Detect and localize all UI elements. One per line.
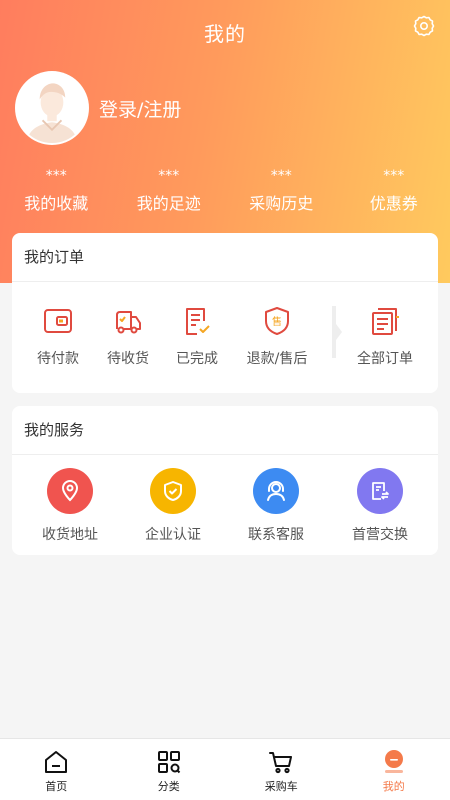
- tab-category[interactable]: 分类: [113, 739, 226, 800]
- service-label: 收货地址: [42, 527, 98, 543]
- cart-icon: [269, 752, 293, 774]
- service-enterprise-certification[interactable]: 企业认证: [128, 468, 218, 544]
- order-all[interactable]: 全部订单: [345, 304, 425, 368]
- tab-cart[interactable]: 采购车: [225, 739, 338, 800]
- order-completed[interactable]: 已完成: [157, 304, 237, 368]
- stat-label: 我的足迹: [136, 194, 201, 213]
- category-grid-icon: [157, 751, 180, 774]
- location-pin-icon: [61, 480, 79, 502]
- stat-label: 我的收藏: [24, 194, 89, 213]
- service-icon-circle: [357, 468, 403, 514]
- services-card: 我的服务 收货地址 企业认证 联系客服 首营交换: [12, 406, 438, 555]
- all-orders-icon: [372, 308, 399, 335]
- gear-icon[interactable]: [412, 14, 436, 38]
- stat-footprints[interactable]: *** 我的足迹: [113, 168, 226, 214]
- order-item-label: 已完成: [176, 351, 218, 367]
- service-contact-support[interactable]: 联系客服: [231, 468, 321, 544]
- orders-card: 我的订单 待付款 待收货 已完成 售 退款/售后 全部订单: [12, 233, 438, 393]
- exchange-doc-icon: [372, 482, 389, 500]
- service-label: 首营交换: [352, 527, 408, 543]
- completed-doc-icon: [186, 308, 210, 335]
- order-item-label: 退款/售后: [246, 351, 308, 367]
- avatar[interactable]: [15, 71, 89, 145]
- orders-row: 待付款 待收货 已完成 售 退款/售后 全部订单: [12, 282, 438, 392]
- order-item-label: 全部订单: [357, 351, 413, 367]
- tab-label: 我的: [382, 780, 405, 793]
- customer-service-icon: [267, 481, 285, 501]
- service-icon-circle: [253, 468, 299, 514]
- services-card-title: 我的服务: [12, 406, 438, 455]
- profile-icon: [384, 750, 403, 773]
- service-icon-circle: [47, 468, 93, 514]
- order-pending-receipt[interactable]: 待收货: [88, 304, 168, 368]
- tab-label: 首页: [45, 780, 68, 793]
- stat-value: ***: [45, 168, 67, 184]
- stat-purchase-history[interactable]: *** 采购历史: [225, 168, 338, 214]
- sale-char: 售: [272, 315, 282, 328]
- tab-profile[interactable]: 我的: [338, 739, 450, 800]
- service-label: 联系客服: [248, 527, 304, 543]
- stats-row: *** 我的收藏 *** 我的足迹 *** 采购历史 *** 优惠券: [0, 168, 450, 214]
- divider-arrow-icon: [332, 306, 342, 358]
- order-pending-payment[interactable]: 待付款: [18, 304, 98, 368]
- tab-label: 分类: [157, 780, 180, 793]
- bottom-tab-bar: 首页 分类 采购车 我的: [0, 738, 450, 800]
- shield-check-icon: [164, 481, 182, 501]
- page-title: 我的: [204, 22, 246, 46]
- stat-value: ***: [270, 168, 292, 184]
- wallet-icon: [44, 309, 72, 333]
- truck-icon: [116, 311, 141, 334]
- service-icon-circle: [150, 468, 196, 514]
- after-sale-shield-icon: 售: [265, 307, 289, 335]
- stat-label: 优惠券: [369, 194, 418, 213]
- stat-value: ***: [158, 168, 180, 184]
- stat-label: 采购历史: [249, 194, 314, 213]
- login-register-link[interactable]: 登录/注册: [99, 95, 181, 122]
- order-refund-after-sale[interactable]: 售 退款/售后: [237, 304, 317, 368]
- stat-coupons[interactable]: *** 优惠券: [338, 168, 450, 214]
- tab-label: 采购车: [264, 780, 298, 793]
- stat-value: ***: [383, 168, 405, 184]
- service-shipping-address[interactable]: 收货地址: [25, 468, 115, 544]
- services-row: 收货地址 企业认证 联系客服 首营交换: [12, 455, 438, 555]
- order-item-label: 待收货: [107, 351, 149, 367]
- default-avatar-icon: [17, 73, 87, 143]
- home-icon: [45, 751, 68, 773]
- stat-favorites[interactable]: *** 我的收藏: [0, 168, 113, 214]
- orders-card-title: 我的订单: [12, 233, 438, 282]
- tab-home[interactable]: 首页: [0, 739, 113, 800]
- service-label: 企业认证: [145, 527, 201, 543]
- service-first-exchange[interactable]: 首营交换: [335, 468, 425, 544]
- order-item-label: 待付款: [37, 351, 79, 367]
